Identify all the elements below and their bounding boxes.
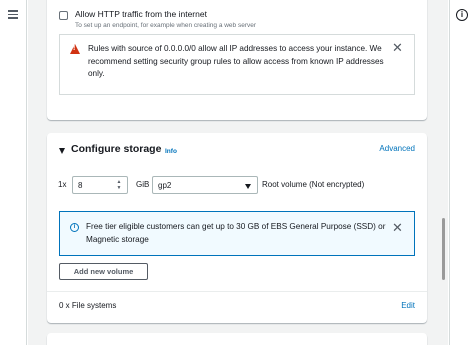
menu-icon[interactable] [8, 10, 18, 19]
volume-size-value: 8 [78, 181, 83, 190]
add-new-volume-button[interactable]: Add new volume [59, 263, 148, 280]
info-link[interactable]: Info [165, 148, 177, 155]
security-warning-alert: Rules with source of 0.0.0.0/0 allow all… [59, 34, 415, 95]
root-volume-text: Root volume (Not encrypted) [262, 180, 365, 189]
close-icon[interactable]: ✕ [392, 221, 403, 234]
scrollbar-thumb[interactable] [442, 218, 445, 280]
caret-down-icon[interactable] [59, 148, 65, 154]
scrollbar[interactable] [440, 0, 448, 345]
network-settings-card: Allow HTTP traffic from the internet To … [47, 0, 427, 120]
warning-icon [70, 44, 80, 54]
next-section-card [47, 333, 427, 345]
info-icon: i [70, 223, 79, 232]
allow-http-sublabel: To set up an endpoint, for example when … [75, 22, 257, 29]
allow-http-label: Allow HTTP traffic from the internet [75, 9, 207, 19]
volume-multiplier: 1x [58, 180, 67, 189]
divider [47, 291, 427, 292]
close-icon[interactable]: ✕ [392, 41, 403, 54]
volume-row: 1x 8 ▲ ▼ GiB gp2 Root volume (Not encrypt… [58, 176, 418, 194]
right-help-rail: i [449, 0, 474, 345]
volume-type-value: gp2 [158, 181, 172, 190]
main-content: Allow HTTP traffic from the internet To … [28, 0, 440, 345]
section-title[interactable]: Configure storage [71, 143, 161, 155]
warning-text: Rules with source of 0.0.0.0/0 allow all… [88, 44, 384, 78]
info-circle-icon[interactable]: i [456, 9, 468, 21]
configure-storage-card: Configure storage Info Advanced 1x 8 ▲ ▼ … [47, 133, 427, 323]
left-nav-rail [0, 0, 27, 345]
volume-size-input[interactable]: 8 ▲ ▼ [72, 176, 128, 194]
chevron-down-icon [245, 184, 251, 189]
size-unit: GiB [136, 180, 150, 189]
file-systems-count: 0 x File systems [59, 301, 117, 310]
stepper-icon[interactable]: ▲ ▼ [115, 179, 123, 191]
edit-file-systems-link[interactable]: Edit [401, 301, 415, 310]
allow-http-checkbox[interactable] [59, 11, 68, 20]
free-tier-text: Free tier eligible customers can get up … [86, 222, 386, 244]
volume-type-select[interactable]: gp2 [152, 176, 258, 194]
free-tier-info-alert: i Free tier eligible customers can get u… [59, 211, 415, 256]
advanced-link[interactable]: Advanced [379, 144, 415, 153]
